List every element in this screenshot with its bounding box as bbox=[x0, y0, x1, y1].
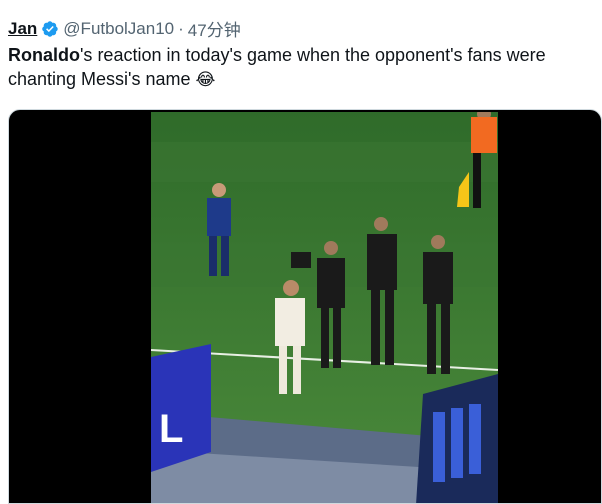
tweet-text-body: 's reaction in today's game when the opp… bbox=[8, 45, 546, 89]
video-frame[interactable]: L bbox=[151, 112, 498, 503]
laughing-emoji-icon: 😂 bbox=[195, 70, 216, 89]
tweet-text-bold: Ronaldo bbox=[8, 45, 80, 65]
tweet-text: Ronaldo's reaction in today's game when … bbox=[8, 43, 593, 92]
author-display-name[interactable]: Jan bbox=[8, 19, 37, 39]
video-still-image: L bbox=[151, 112, 498, 503]
verified-badge-icon bbox=[42, 20, 58, 37]
author-handle[interactable]: @FutbolJan10 bbox=[63, 19, 174, 39]
tweet-video[interactable]: L bbox=[8, 109, 602, 504]
tweet-header: Jan @FutbolJan10 · 47分钟 bbox=[8, 16, 241, 41]
tweet-timestamp[interactable]: 47分钟 bbox=[188, 16, 241, 41]
meta-separator: · bbox=[178, 18, 184, 38]
svg-text:L: L bbox=[159, 407, 183, 451]
